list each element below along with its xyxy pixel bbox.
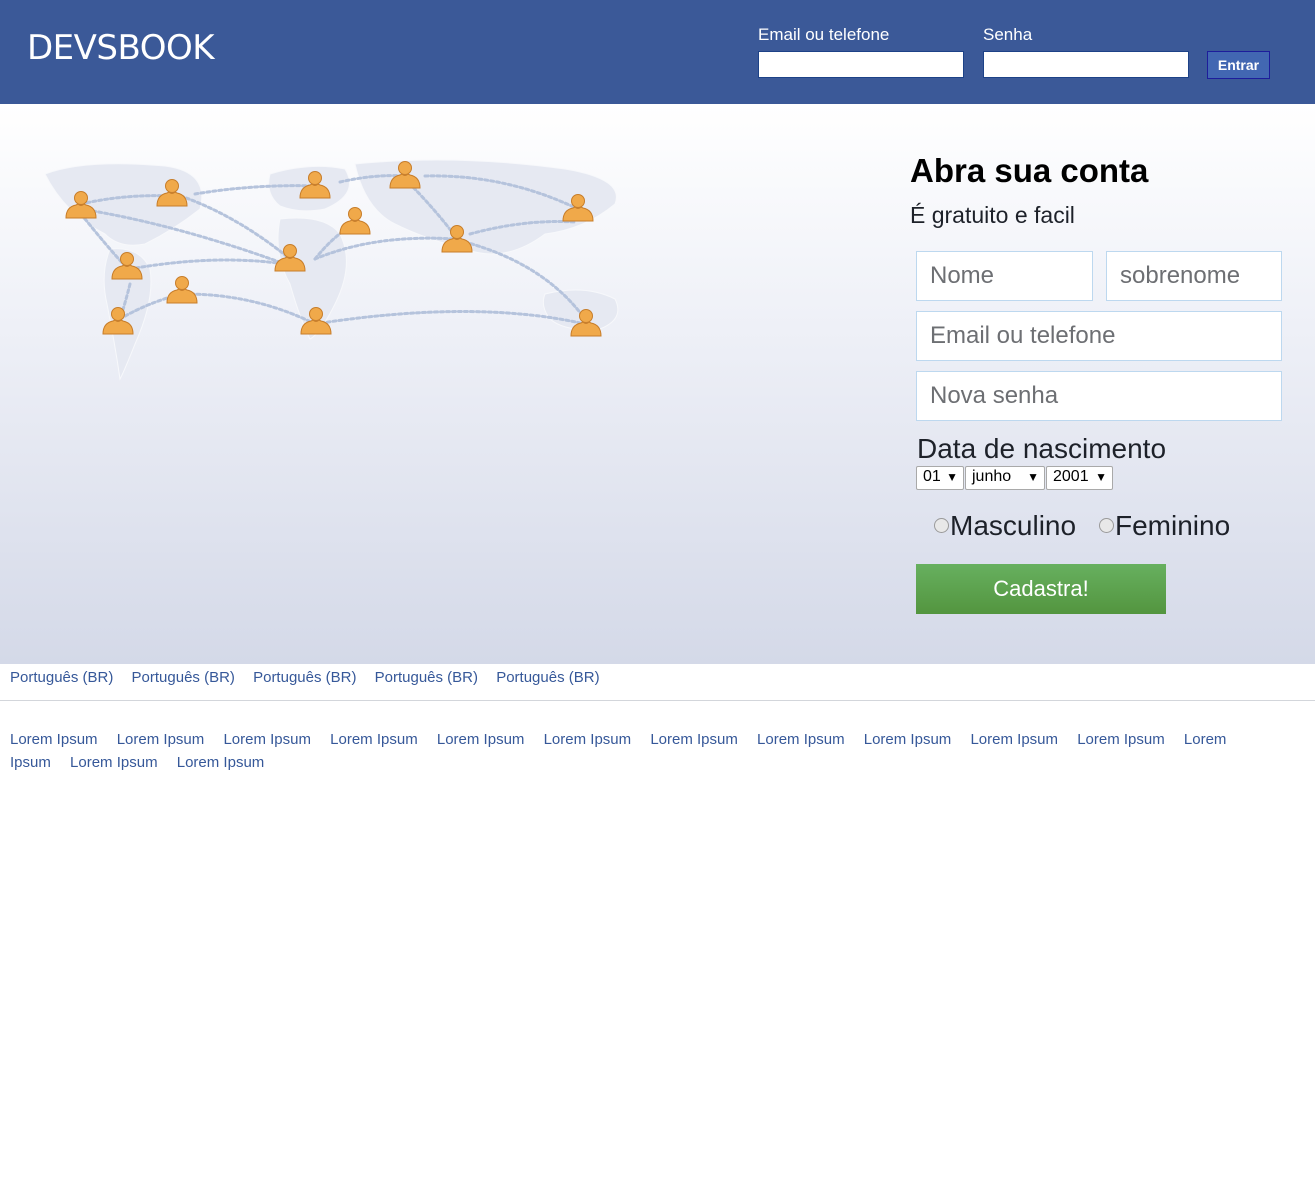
dropdown-arrow-icon: ▼ <box>1027 470 1039 484</box>
footer-link[interactable]: Lorem Ipsum <box>177 754 265 771</box>
birth-year-select[interactable]: 2001 ▼ <box>1046 466 1113 490</box>
language-link[interactable]: Português (BR) <box>10 669 113 686</box>
login-email-label: Email ou telefone <box>758 25 890 44</box>
footer-link[interactable]: Lorem Ipsum <box>117 731 205 748</box>
login-button[interactable]: Entrar <box>1207 51 1270 79</box>
login-password-input[interactable] <box>983 51 1189 78</box>
new-password-input[interactable] <box>916 371 1282 421</box>
language-links: Português (BR) Português (BR) Português … <box>10 669 614 686</box>
gender-male-radio[interactable] <box>934 518 949 533</box>
site-logo[interactable]: DEVSBOOK <box>27 28 215 68</box>
footer-link[interactable]: Lorem Ipsum <box>757 731 845 748</box>
signup-submit-button[interactable]: Cadastra! <box>916 564 1166 614</box>
hero-section: Abra sua conta É gratuito e facil Data d… <box>0 104 1315 664</box>
birth-year-value: 2001 <box>1053 468 1089 485</box>
dropdown-arrow-icon: ▼ <box>1095 470 1107 484</box>
last-name-input[interactable] <box>1106 251 1282 301</box>
footer-link[interactable]: Lorem Ipsum <box>544 731 632 748</box>
birth-month-select[interactable]: junho ▼ <box>965 466 1045 490</box>
footer-link[interactable]: Lorem Ipsum <box>970 731 1058 748</box>
signup-email-input[interactable] <box>916 311 1282 361</box>
footer-link[interactable]: Lorem Ipsum <box>437 731 525 748</box>
gender-female-option[interactable]: Feminino <box>1099 510 1230 542</box>
footer-links: Lorem Ipsum Lorem Ipsum Lorem Ipsum Lore… <box>10 728 1240 774</box>
footer-link[interactable]: Lorem Ipsum <box>864 731 952 748</box>
language-link[interactable]: Português (BR) <box>132 669 235 686</box>
gender-male-option[interactable]: Masculino <box>934 510 1076 542</box>
gender-female-radio[interactable] <box>1099 518 1114 533</box>
language-link[interactable]: Português (BR) <box>375 669 478 686</box>
birth-day-select[interactable]: 01 ▼ <box>916 466 964 490</box>
login-password-label: Senha <box>983 25 1033 44</box>
footer-link[interactable]: Lorem Ipsum <box>1077 731 1165 748</box>
first-name-input[interactable] <box>916 251 1093 301</box>
top-navbar: DEVSBOOK Email ou telefone Senha Entrar <box>0 0 1315 104</box>
birth-day-value: 01 <box>923 468 941 485</box>
birth-month-value: junho <box>972 468 1012 485</box>
footer-link[interactable]: Lorem Ipsum <box>223 731 311 748</box>
footer-link[interactable]: Lorem Ipsum <box>70 754 158 771</box>
birthdate-label: Data de nascimento <box>917 433 1167 464</box>
gender-male-label: Masculino <box>950 510 1077 541</box>
language-link[interactable]: Português (BR) <box>496 669 599 686</box>
signup-title: Abra sua conta <box>910 152 1149 189</box>
signup-subtitle: É gratuito e facil <box>910 202 1075 228</box>
dropdown-arrow-icon: ▼ <box>946 470 958 484</box>
footer-divider <box>0 700 1315 701</box>
footer-link[interactable]: Lorem Ipsum <box>650 731 738 748</box>
footer-link[interactable]: Lorem Ipsum <box>330 731 418 748</box>
login-email-input[interactable] <box>758 51 964 78</box>
gender-female-label: Feminino <box>1115 510 1231 541</box>
language-link[interactable]: Português (BR) <box>253 669 356 686</box>
footer-link[interactable]: Lorem Ipsum <box>10 731 98 748</box>
world-connections-illustration <box>44 159 619 381</box>
